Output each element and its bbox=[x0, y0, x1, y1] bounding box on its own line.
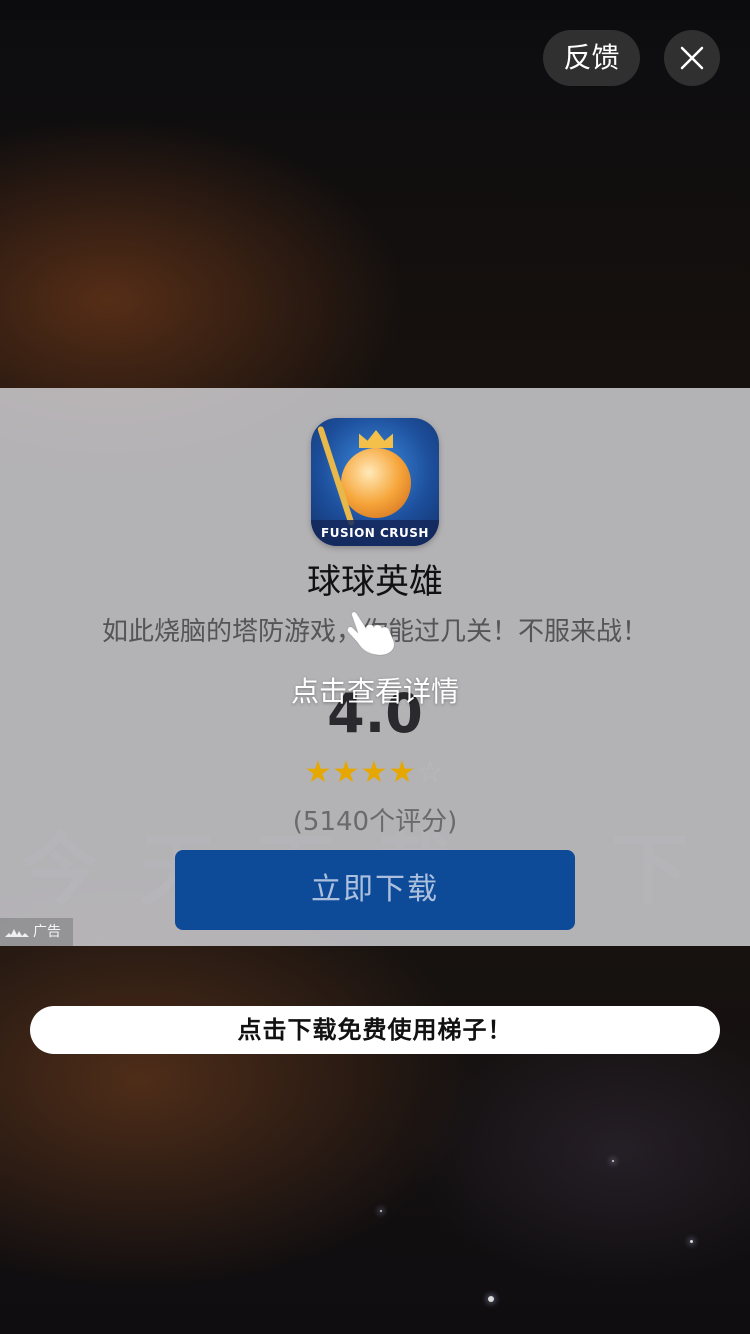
star-filled-icon: ★ bbox=[332, 755, 360, 790]
background-star bbox=[380, 1210, 382, 1212]
ad-screen: 反馈 今天下载一下 FUSION CRUSH 球球英雄 如此烧脑的塔防游戏，你能… bbox=[0, 0, 750, 1334]
app-icon-bubble bbox=[341, 448, 411, 518]
download-button[interactable]: 立即下载 bbox=[175, 850, 575, 930]
background-star bbox=[690, 1240, 693, 1243]
ad-badge-label: 广告 bbox=[33, 924, 61, 940]
ad-card[interactable]: 今天下载一下 FUSION CRUSH 球球英雄 如此烧脑的塔防游戏，你能过几关… bbox=[0, 388, 750, 946]
background-star bbox=[488, 1296, 494, 1302]
background-star bbox=[612, 1160, 614, 1162]
app-icon-banner-text: FUSION CRUSH bbox=[311, 520, 439, 546]
app-icon[interactable]: FUSION CRUSH bbox=[311, 418, 439, 546]
star-filled-icon: ★ bbox=[360, 755, 388, 790]
feedback-button[interactable]: 反馈 bbox=[543, 30, 640, 86]
close-button[interactable] bbox=[664, 30, 720, 86]
free-download-banner[interactable]: 点击下载免费使用梯子！ bbox=[30, 1006, 720, 1054]
star-filled-icon: ★ bbox=[304, 755, 332, 790]
star-empty-icon: ☆ bbox=[416, 755, 444, 790]
rating-count: (5140个评分) bbox=[292, 807, 458, 837]
star-filled-icon: ★ bbox=[388, 755, 416, 790]
close-icon bbox=[680, 46, 704, 70]
app-name: 球球英雄 bbox=[307, 562, 443, 602]
tap-hand-icon bbox=[347, 611, 395, 656]
crown-icon bbox=[359, 430, 393, 448]
tap-hint-text: 点击查看详情 bbox=[290, 675, 459, 708]
rating-stars: ★★★★☆ bbox=[304, 756, 444, 790]
ad-badge: 广告 bbox=[0, 918, 73, 946]
ad-network-logo-icon bbox=[5, 929, 29, 937]
